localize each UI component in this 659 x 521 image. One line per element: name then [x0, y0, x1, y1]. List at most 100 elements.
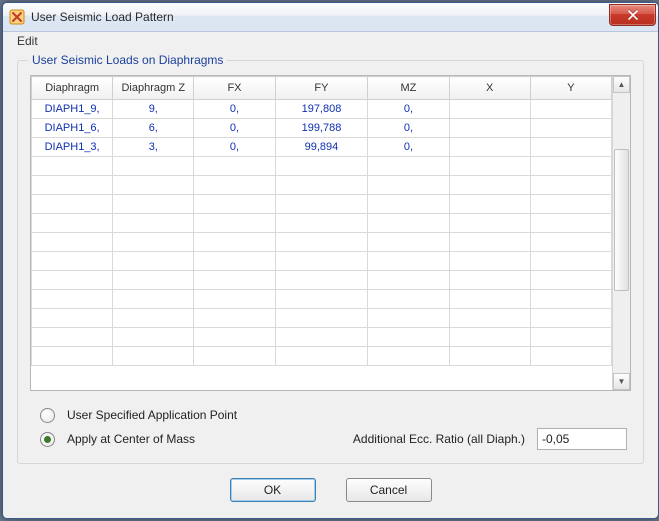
cell-x[interactable] [449, 176, 530, 195]
cell-z[interactable] [113, 214, 194, 233]
cell-y[interactable] [530, 214, 611, 233]
cell-fy[interactable] [275, 309, 368, 328]
menu-edit[interactable]: Edit [11, 32, 44, 50]
cell-fy[interactable] [275, 252, 368, 271]
col-fx[interactable]: FX [194, 77, 275, 100]
cell-z[interactable] [113, 328, 194, 347]
cancel-button[interactable]: Cancel [346, 478, 432, 502]
close-button[interactable] [609, 4, 656, 26]
cell-x[interactable] [449, 290, 530, 309]
cell-y[interactable] [530, 309, 611, 328]
cell-z[interactable] [113, 271, 194, 290]
cell-diaphragm[interactable] [32, 214, 113, 233]
cell-z[interactable] [113, 233, 194, 252]
cell-z[interactable] [113, 290, 194, 309]
cell-fy[interactable]: 199,788 [275, 119, 368, 138]
cell-y[interactable] [530, 233, 611, 252]
cell-z[interactable] [113, 309, 194, 328]
scroll-down-button[interactable]: ▼ [613, 373, 630, 390]
cell-diaphragm[interactable] [32, 157, 113, 176]
cell-diaphragm[interactable] [32, 233, 113, 252]
cell-x[interactable] [449, 157, 530, 176]
cell-fy[interactable] [275, 233, 368, 252]
table-row[interactable] [32, 176, 612, 195]
cell-y[interactable] [530, 138, 611, 157]
scroll-up-button[interactable]: ▲ [613, 76, 630, 93]
cell-x[interactable] [449, 195, 530, 214]
ok-button[interactable]: OK [230, 478, 316, 502]
cell-mz[interactable] [368, 271, 449, 290]
cell-fx[interactable] [194, 290, 275, 309]
cell-z[interactable]: 9, [113, 100, 194, 119]
cell-z[interactable]: 6, [113, 119, 194, 138]
cell-y[interactable] [530, 271, 611, 290]
cell-diaphragm[interactable] [32, 176, 113, 195]
cell-diaphragm[interactable]: DIAPH1_9, [32, 100, 113, 119]
cell-fy[interactable] [275, 176, 368, 195]
cell-fy[interactable] [275, 290, 368, 309]
cell-fx[interactable] [194, 157, 275, 176]
cell-y[interactable] [530, 195, 611, 214]
cell-mz[interactable] [368, 214, 449, 233]
cell-y[interactable] [530, 119, 611, 138]
cell-fy[interactable] [275, 214, 368, 233]
cell-x[interactable] [449, 233, 530, 252]
table-row[interactable] [32, 195, 612, 214]
cell-z[interactable] [113, 252, 194, 271]
cell-x[interactable] [449, 138, 530, 157]
cell-mz[interactable] [368, 157, 449, 176]
table-row[interactable] [32, 252, 612, 271]
cell-mz[interactable] [368, 176, 449, 195]
cell-mz[interactable]: 0, [368, 119, 449, 138]
cell-x[interactable] [449, 347, 530, 366]
cell-mz[interactable]: 0, [368, 100, 449, 119]
cell-fx[interactable] [194, 309, 275, 328]
table-row[interactable] [32, 214, 612, 233]
col-y[interactable]: Y [530, 77, 611, 100]
cell-z[interactable]: 3, [113, 138, 194, 157]
cell-fy[interactable]: 99,894 [275, 138, 368, 157]
input-ecc-ratio[interactable] [537, 428, 627, 450]
table-row[interactable] [32, 157, 612, 176]
table-row[interactable] [32, 233, 612, 252]
cell-fx[interactable] [194, 347, 275, 366]
cell-x[interactable] [449, 119, 530, 138]
cell-fx[interactable] [194, 195, 275, 214]
cell-diaphragm[interactable] [32, 195, 113, 214]
table-row[interactable]: DIAPH1_9,9,0,197,8080, [32, 100, 612, 119]
cell-fy[interactable]: 197,808 [275, 100, 368, 119]
cell-x[interactable] [449, 100, 530, 119]
col-diaphragm-z[interactable]: Diaphragm Z [113, 77, 194, 100]
table-row[interactable] [32, 328, 612, 347]
col-diaphragm[interactable]: Diaphragm [32, 77, 113, 100]
cell-fx[interactable] [194, 271, 275, 290]
scroll-track[interactable] [613, 93, 630, 373]
radio-user-specified[interactable] [40, 408, 55, 423]
col-mz[interactable]: MZ [368, 77, 449, 100]
cell-fx[interactable]: 0, [194, 138, 275, 157]
cell-mz[interactable] [368, 309, 449, 328]
radio-center-of-mass[interactable] [40, 432, 55, 447]
table-row[interactable] [32, 271, 612, 290]
col-x[interactable]: X [449, 77, 530, 100]
cell-x[interactable] [449, 328, 530, 347]
cell-fx[interactable]: 0, [194, 119, 275, 138]
cell-mz[interactable] [368, 233, 449, 252]
cell-y[interactable] [530, 100, 611, 119]
cell-diaphragm[interactable] [32, 290, 113, 309]
cell-fy[interactable] [275, 195, 368, 214]
cell-z[interactable] [113, 195, 194, 214]
cell-y[interactable] [530, 157, 611, 176]
cell-diaphragm[interactable] [32, 309, 113, 328]
col-fy[interactable]: FY [275, 77, 368, 100]
cell-fy[interactable] [275, 271, 368, 290]
cell-x[interactable] [449, 252, 530, 271]
cell-fy[interactable] [275, 347, 368, 366]
vertical-scrollbar[interactable]: ▲ ▼ [612, 76, 630, 390]
cell-y[interactable] [530, 328, 611, 347]
cell-diaphragm[interactable] [32, 271, 113, 290]
cell-mz[interactable] [368, 347, 449, 366]
cell-diaphragm[interactable]: DIAPH1_6, [32, 119, 113, 138]
cell-fx[interactable] [194, 233, 275, 252]
scroll-thumb[interactable] [614, 149, 629, 291]
